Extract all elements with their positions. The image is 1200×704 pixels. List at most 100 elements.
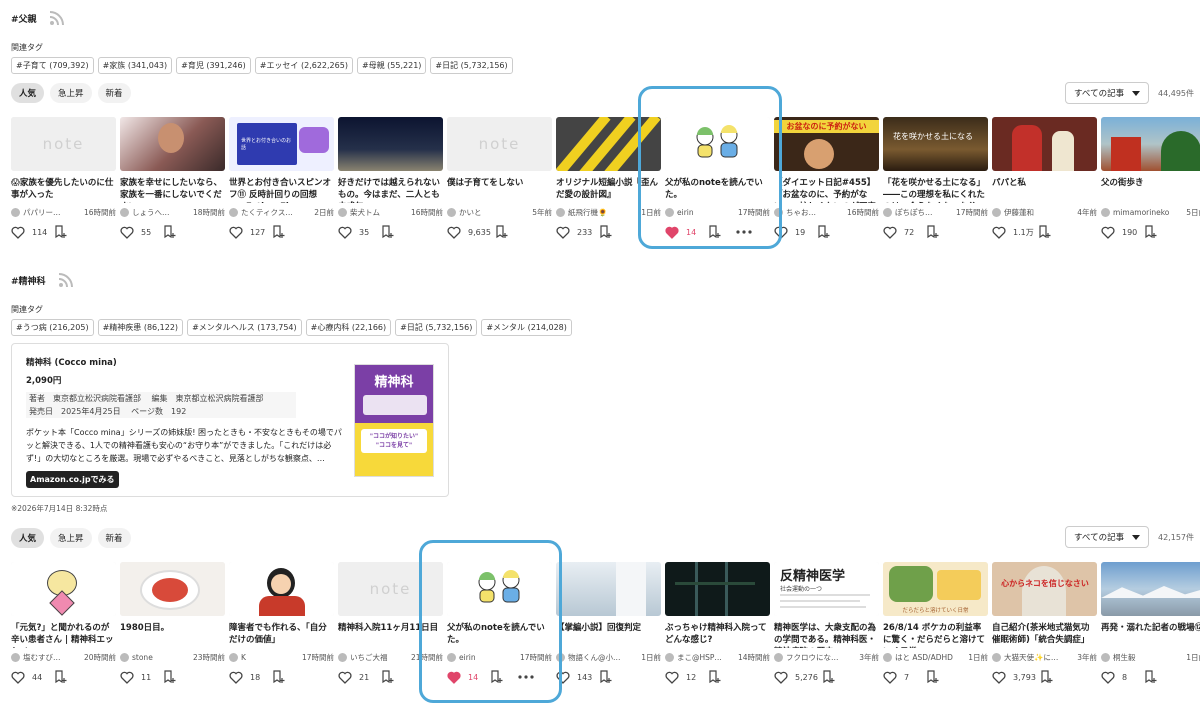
tab-popular[interactable]: 人気 bbox=[11, 83, 45, 103]
article-card[interactable]: 好きだけでは越えられないもの。今はまだ、二人とも未成年柴犬トム16時間前 35 bbox=[338, 117, 443, 239]
add-to-magazine-icon[interactable] bbox=[1040, 670, 1054, 684]
author-name[interactable]: 伊藤蓮和 bbox=[1004, 207, 1062, 218]
article-title[interactable]: 精神医学は、大衆支配の為の学問である。精神科医・精神病院の歴史。 bbox=[774, 622, 879, 648]
article-title[interactable]: 好きだけでは越えられないもの。今はまだ、二人とも未成年 bbox=[338, 177, 443, 203]
author-name[interactable]: まこ@HSP… bbox=[677, 652, 735, 663]
author-name[interactable]: mimamorineko bbox=[1113, 208, 1171, 217]
article-thumbnail[interactable] bbox=[120, 117, 225, 171]
article-card[interactable]: パパと私 伊藤蓮和 4年前 1.1万 bbox=[992, 117, 1097, 239]
add-to-magazine-icon[interactable] bbox=[381, 670, 395, 684]
author-name[interactable]: 物語くん@小… bbox=[568, 652, 626, 663]
add-to-magazine-icon[interactable] bbox=[54, 670, 68, 684]
article-thumbnail[interactable]: お盆なのに予約がない bbox=[774, 117, 879, 171]
article-title[interactable]: 自己紹介(茶米地式猫気功催眠術師)「統合失調症」 bbox=[992, 622, 1097, 648]
related-tag[interactable]: #母親 (55,221) bbox=[356, 57, 427, 74]
article-card[interactable]: だらだらと溶けていく日常 26/8/14 ボケカの利益率に驚く・だらだらと溶けてい… bbox=[883, 562, 988, 684]
tab-new[interactable]: 新着 bbox=[97, 83, 131, 103]
like-heart-icon[interactable] bbox=[120, 226, 134, 239]
article-thumbnail[interactable]: 心からネコを信じなさい bbox=[992, 562, 1097, 616]
like-heart-icon[interactable] bbox=[229, 226, 243, 239]
related-tag[interactable]: #日記 (5,732,156) bbox=[395, 319, 478, 336]
add-to-magazine-icon[interactable] bbox=[163, 670, 177, 684]
rss-icon[interactable] bbox=[49, 10, 65, 26]
article-title[interactable]: 「花を咲かせる土になる」――この理想を私にくれたのは、会えなくなった父… bbox=[883, 177, 988, 203]
article-title[interactable]: 1980日目。 bbox=[120, 622, 225, 648]
article-title[interactable]: 障害者でも作れる、「自分だけの価値」 bbox=[229, 622, 334, 648]
article-card[interactable]: 【掌編小説】回復判定 物語くん@小… 1日前 143 bbox=[556, 562, 661, 684]
article-title[interactable]: 世界とお付き合いスピンオフ⑪ 反時計回りの回想 ――Father Figure bbox=[229, 177, 334, 203]
article-title[interactable]: 😱家族を優先したいのに仕事が入った bbox=[11, 177, 116, 203]
article-thumbnail[interactable] bbox=[992, 117, 1097, 171]
related-tag[interactable]: #子育て (709,392) bbox=[11, 57, 94, 74]
like-heart-icon[interactable] bbox=[120, 671, 134, 684]
tab-trending[interactable]: 急上昇 bbox=[50, 528, 92, 548]
article-card[interactable]: お盆なのに予約がない【ダイエット日記#455】「お盆なのに、予約がない」〜忙しく… bbox=[774, 117, 879, 239]
related-tag[interactable]: #メンタルヘルス (173,754) bbox=[187, 319, 302, 336]
author-name[interactable]: フクロウにな… bbox=[786, 652, 844, 663]
like-heart-icon[interactable] bbox=[1101, 226, 1115, 239]
tab-popular[interactable]: 人気 bbox=[11, 528, 45, 548]
like-heart-icon[interactable] bbox=[447, 226, 461, 239]
article-card[interactable]: 1980日目。 stone 23時間前 11 bbox=[120, 562, 225, 684]
related-tag[interactable]: #育児 (391,246) bbox=[176, 57, 251, 74]
article-title[interactable]: 家族を幸せにしたいなら、家族を一番にしないでください bbox=[120, 177, 225, 203]
article-thumbnail[interactable]: note bbox=[447, 117, 552, 171]
avatar[interactable] bbox=[1101, 653, 1110, 662]
author-name[interactable]: パパリー… bbox=[23, 207, 81, 218]
article-card[interactable]: 花を咲かせる土になる「花を咲かせる土になる」――この理想を私にくれたのは、会えな… bbox=[883, 117, 988, 239]
article-title[interactable]: 僕は子育てをしない bbox=[447, 177, 552, 203]
article-thumbnail[interactable]: 花を咲かせる土になる bbox=[883, 117, 988, 171]
avatar[interactable] bbox=[447, 208, 456, 217]
article-thumbnail[interactable]: だらだらと溶けていく日常 bbox=[883, 562, 988, 616]
avatar[interactable] bbox=[1101, 208, 1110, 217]
related-tag[interactable]: #うつ病 (216,205) bbox=[11, 319, 94, 336]
article-title[interactable]: 「元気?」と聞かれるのが辛い患者さん | 精神科エッセイ bbox=[11, 622, 116, 648]
like-heart-icon[interactable] bbox=[11, 226, 25, 239]
article-card[interactable]: 「元気?」と聞かれるのが辛い患者さん | 精神科エッセイ塩むすび…20時間前 44 bbox=[11, 562, 116, 684]
add-to-magazine-icon[interactable] bbox=[1038, 225, 1052, 239]
article-thumbnail[interactable] bbox=[338, 117, 443, 171]
article-card[interactable]: note 僕は子育てをしない かいと 5年前 9,635 bbox=[447, 117, 552, 239]
add-to-magazine-icon[interactable] bbox=[1144, 225, 1158, 239]
author-name[interactable]: しょうへ… bbox=[132, 207, 190, 218]
article-card[interactable]: 心からネコを信じなさい自己紹介(茶米地式猫気功催眠術師)「統合失調症」大猫天使✨… bbox=[992, 562, 1097, 684]
related-tag[interactable]: #家族 (341,043) bbox=[97, 57, 173, 74]
article-title[interactable]: 再発・溺れた記者の戦場⑫ bbox=[1101, 622, 1200, 648]
author-name[interactable]: 桐生毅 bbox=[1113, 652, 1171, 663]
article-thumbnail[interactable] bbox=[11, 562, 116, 616]
add-to-magazine-icon[interactable] bbox=[495, 225, 509, 239]
avatar[interactable] bbox=[120, 653, 129, 662]
amazon-button[interactable]: Amazon.co.jpでみる bbox=[26, 471, 119, 488]
author-name[interactable]: ぽちぽち… bbox=[895, 207, 953, 218]
like-heart-icon[interactable] bbox=[338, 671, 352, 684]
like-heart-icon[interactable] bbox=[992, 671, 1006, 684]
avatar[interactable] bbox=[229, 208, 238, 217]
avatar[interactable] bbox=[229, 653, 238, 662]
like-heart-icon[interactable] bbox=[229, 671, 243, 684]
avatar[interactable] bbox=[665, 653, 674, 662]
tab-new[interactable]: 新着 bbox=[97, 528, 131, 548]
article-thumbnail[interactable] bbox=[229, 562, 334, 616]
avatar[interactable] bbox=[338, 653, 347, 662]
article-thumbnail[interactable]: 世界とお付き合いのお話 bbox=[229, 117, 334, 171]
article-thumbnail[interactable] bbox=[665, 562, 770, 616]
add-to-magazine-icon[interactable] bbox=[599, 225, 613, 239]
like-heart-icon[interactable] bbox=[556, 226, 570, 239]
author-name[interactable]: かいと bbox=[459, 207, 517, 218]
article-title[interactable]: パパと私 bbox=[992, 177, 1097, 203]
like-heart-icon[interactable] bbox=[665, 671, 679, 684]
avatar[interactable] bbox=[556, 208, 565, 217]
author-name[interactable]: K bbox=[241, 653, 299, 662]
related-tag[interactable]: #心療内科 (22,166) bbox=[305, 319, 392, 336]
avatar[interactable] bbox=[883, 208, 892, 217]
author-name[interactable]: 塩むすび… bbox=[23, 652, 81, 663]
avatar[interactable] bbox=[774, 653, 783, 662]
article-title[interactable]: ぶっちゃけ精神科入院ってどんな感じ? bbox=[665, 622, 770, 648]
article-card[interactable]: note 😱家族を優先したいのに仕事が入った パパリー… 16時間前 114 bbox=[11, 117, 116, 239]
article-thumbnail[interactable] bbox=[1101, 117, 1200, 171]
article-title[interactable]: 26/8/14 ボケカの利益率に驚く・だらだらと溶けていく日常 bbox=[883, 622, 988, 648]
author-name[interactable]: 紙飛行機🌻 bbox=[568, 207, 626, 218]
author-name[interactable]: いちご大福 bbox=[350, 652, 408, 663]
add-to-magazine-icon[interactable] bbox=[381, 225, 395, 239]
author-name[interactable]: 大猫天使✨に… bbox=[1004, 652, 1062, 663]
